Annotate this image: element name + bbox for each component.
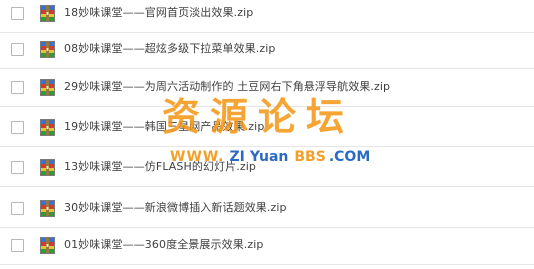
file-name[interactable]: 08妙味课堂——超炫多级下拉菜单效果.zip xyxy=(64,42,276,56)
file-name[interactable]: 30妙味课堂——新浪微博插入新话题效果.zip xyxy=(64,201,287,215)
file-row[interactable]: 13妙味课堂——仿FLASH的幻灯片.zip xyxy=(0,151,534,187)
zip-archive-icon xyxy=(40,119,55,136)
zip-archive-icon xyxy=(40,79,55,96)
row-checkbox[interactable] xyxy=(11,7,24,20)
file-row[interactable]: 01妙味课堂——360度全景展示效果.zip xyxy=(0,229,534,265)
zip-archive-icon xyxy=(40,237,55,254)
zip-archive-icon xyxy=(40,200,55,217)
file-name[interactable]: 13妙味课堂——仿FLASH的幻灯片.zip xyxy=(64,160,256,174)
file-name[interactable]: 18妙味课堂——官网首页淡出效果.zip xyxy=(64,6,253,20)
file-list: 18妙味课堂——官网首页淡出效果.zip 08妙味课堂——超炫多级下拉菜单效果.… xyxy=(0,0,534,269)
row-checkbox[interactable] xyxy=(11,121,24,134)
file-name[interactable]: 01妙味课堂——360度全景展示效果.zip xyxy=(64,238,264,252)
file-name[interactable]: 29妙味课堂——为周六活动制作的 土豆网右下角悬浮导航效果.zip xyxy=(64,80,390,94)
row-checkbox[interactable] xyxy=(11,81,24,94)
file-row[interactable]: 30妙味课堂——新浪微博插入新话题效果.zip xyxy=(0,192,534,228)
file-row[interactable]: 19妙味课堂——韩国三星网产品效果.zip xyxy=(0,111,534,147)
file-name[interactable]: 19妙味课堂——韩国三星网产品效果.zip xyxy=(64,120,264,134)
row-checkbox[interactable] xyxy=(11,239,24,252)
zip-archive-icon xyxy=(40,159,55,176)
zip-archive-icon xyxy=(40,41,55,58)
row-checkbox[interactable] xyxy=(11,202,24,215)
zip-archive-icon xyxy=(40,5,55,22)
file-row[interactable]: 18妙味课堂——官网首页淡出效果.zip xyxy=(0,0,534,33)
file-row[interactable]: 29妙味课堂——为周六活动制作的 土豆网右下角悬浮导航效果.zip xyxy=(0,71,534,107)
row-checkbox[interactable] xyxy=(11,43,24,56)
file-row[interactable]: 08妙味课堂——超炫多级下拉菜单效果.zip xyxy=(0,33,534,69)
row-checkbox[interactable] xyxy=(11,161,24,174)
